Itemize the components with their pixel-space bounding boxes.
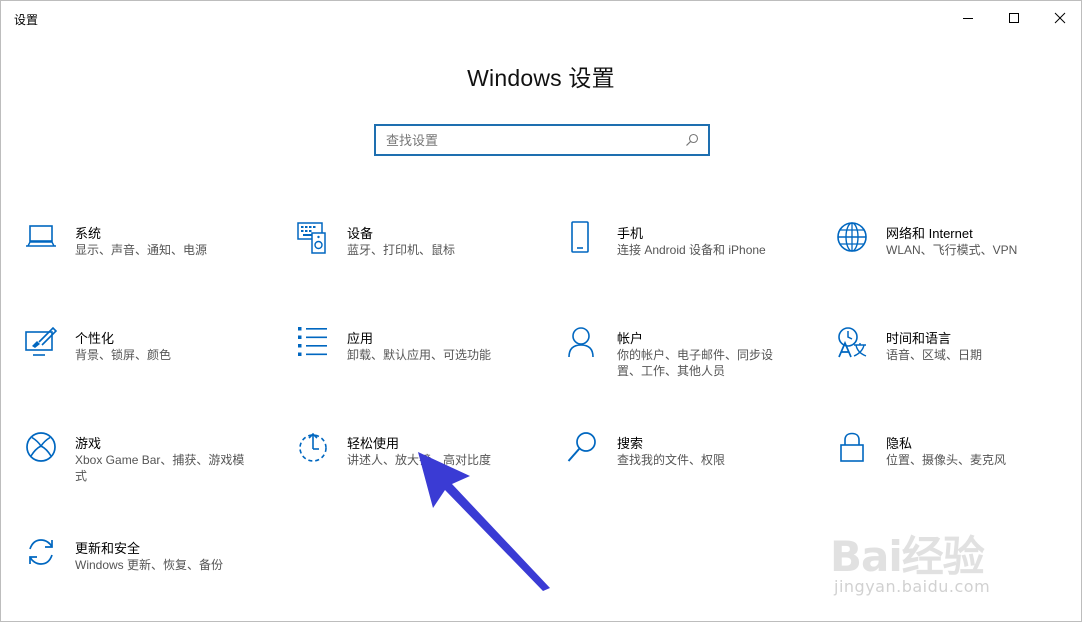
personalization-icon bbox=[25, 326, 58, 356]
devices-icon bbox=[297, 222, 326, 254]
tile-phone[interactable]: 手机 连接 Android 设备和 iPhone bbox=[567, 221, 817, 291]
tile-desc: 连接 Android 设备和 iPhone bbox=[617, 243, 766, 257]
phone-icon bbox=[571, 221, 589, 253]
tile-accounts[interactable]: 帐户 你的帐户、电子邮件、同步设置、工作、其他人员 bbox=[567, 326, 817, 396]
search-icon[interactable] bbox=[685, 133, 699, 147]
tile-desc: Windows 更新、恢复、备份 bbox=[75, 558, 224, 572]
close-icon bbox=[1054, 12, 1066, 24]
tile-name: 时间和语言 bbox=[886, 331, 952, 346]
tile-name: 个性化 bbox=[75, 331, 115, 346]
lock-icon bbox=[840, 432, 864, 462]
apps-list-icon bbox=[298, 327, 327, 356]
maximize-icon bbox=[1009, 13, 1019, 23]
tile-name: 手机 bbox=[617, 226, 644, 241]
xbox-icon bbox=[26, 432, 56, 462]
tile-name: 系统 bbox=[75, 226, 102, 241]
tile-network[interactable]: 网络和 Internet WLAN、飞行模式、VPN bbox=[836, 221, 1082, 291]
tile-gaming[interactable]: 游戏 Xbox Game Bar、捕获、游戏模式 bbox=[25, 431, 275, 501]
title-bar[interactable]: 设置 bbox=[1, 1, 1081, 35]
tile-name: 搜索 bbox=[617, 436, 644, 451]
tile-desc: 你的帐户、电子邮件、同步设置、工作、其他人员 bbox=[617, 348, 774, 378]
tile-desc: 讲述人、放大镜、高对比度 bbox=[347, 453, 492, 467]
page-title: Windows 设置 bbox=[467, 65, 615, 91]
person-icon bbox=[568, 327, 594, 358]
tile-update-security[interactable]: 更新和安全 Windows 更新、恢复、备份 bbox=[25, 536, 275, 606]
watermark: Bai经验 jingyan.baidu.com bbox=[830, 505, 1070, 605]
tile-name: 隐私 bbox=[886, 436, 913, 451]
ease-of-access-icon bbox=[299, 432, 327, 462]
watermark-logo: Bai经验 bbox=[830, 523, 985, 584]
tile-personalization[interactable]: 个性化 背景、锁屏、颜色 bbox=[25, 326, 275, 396]
tile-ease-of-access[interactable]: 轻松使用 讲述人、放大镜、高对比度 bbox=[297, 431, 547, 501]
tile-desc: 背景、锁屏、颜色 bbox=[75, 348, 172, 362]
tile-name: 设备 bbox=[347, 226, 374, 241]
search-input[interactable] bbox=[386, 131, 676, 149]
tile-devices[interactable]: 设备 蓝牙、打印机、鼠标 bbox=[297, 221, 547, 291]
tile-desc: 位置、摄像头、麦克风 bbox=[886, 453, 1007, 467]
minimize-button[interactable] bbox=[945, 1, 991, 35]
globe-icon bbox=[837, 222, 867, 252]
tile-desc: 卸载、默认应用、可选功能 bbox=[347, 348, 492, 362]
time-language-icon bbox=[838, 327, 867, 358]
tile-name: 帐户 bbox=[617, 331, 644, 346]
tile-search[interactable]: 搜索 查找我的文件、权限 bbox=[567, 431, 817, 501]
tile-desc: Xbox Game Bar、捕获、游戏模式 bbox=[75, 453, 245, 483]
tile-name: 轻松使用 bbox=[347, 436, 400, 451]
tile-name: 更新和安全 bbox=[75, 541, 141, 556]
watermark-logo-text: Bai经验 bbox=[830, 532, 985, 581]
laptop-icon bbox=[26, 225, 56, 247]
close-button[interactable] bbox=[1037, 1, 1082, 35]
minimize-icon bbox=[963, 18, 973, 19]
tile-apps[interactable]: 应用 卸载、默认应用、可选功能 bbox=[297, 326, 547, 396]
tile-desc: 查找我的文件、权限 bbox=[617, 453, 726, 467]
tile-system[interactable]: 系统 显示、声音、通知、电源 bbox=[25, 221, 275, 291]
sync-icon bbox=[29, 539, 53, 565]
tile-desc: 语音、区域、日期 bbox=[886, 348, 983, 362]
watermark-url: jingyan.baidu.com bbox=[834, 577, 991, 596]
tile-name: 网络和 Internet bbox=[886, 226, 973, 241]
tile-privacy[interactable]: 隐私 位置、摄像头、麦克风 bbox=[836, 431, 1082, 501]
tile-desc: 显示、声音、通知、电源 bbox=[75, 243, 208, 257]
maximize-button[interactable] bbox=[991, 1, 1037, 35]
window-title: 设置 bbox=[14, 13, 39, 27]
magnifier-icon bbox=[567, 432, 596, 462]
tile-desc: WLAN、飞行模式、VPN bbox=[886, 243, 1018, 257]
search-box[interactable] bbox=[374, 124, 710, 156]
tile-name: 应用 bbox=[347, 331, 374, 346]
tile-name: 游戏 bbox=[75, 436, 102, 451]
tile-time-language[interactable]: 时间和语言 语音、区域、日期 bbox=[836, 326, 1082, 396]
tile-desc: 蓝牙、打印机、鼠标 bbox=[347, 243, 456, 257]
